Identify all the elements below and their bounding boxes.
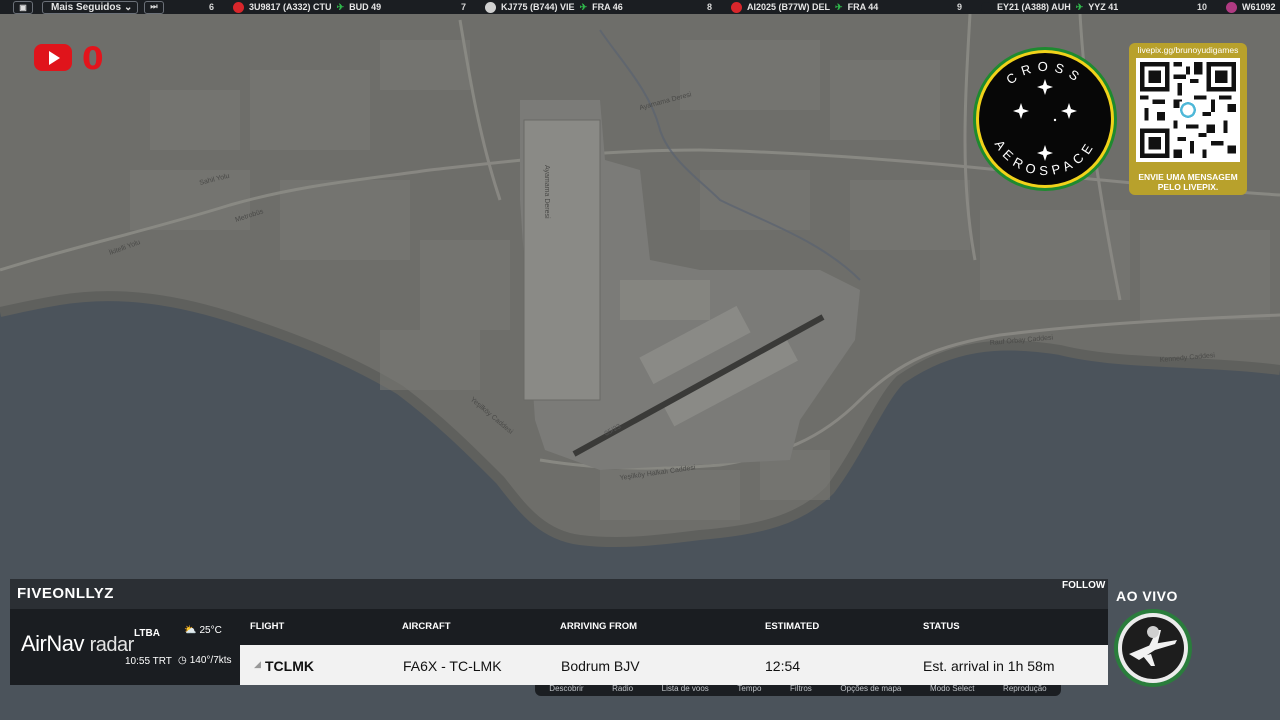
ticker-flight-item[interactable]: 9 EY21 (A388) AUH ✈ YYZ 41: [957, 1, 1119, 13]
caption-line: ENVIE UMA MENSAGEM: [1138, 172, 1238, 182]
qr-code-icon[interactable]: [1136, 58, 1240, 162]
ticker-flight-text: AI2025 (B77W) DEL: [747, 2, 831, 12]
ticker-flight-item[interactable]: 7 KJ775 (B744) VIE ✈ FRA 46: [461, 1, 623, 13]
plane-icon: ✈: [835, 1, 843, 12]
map-control-button[interactable]: Tempo: [737, 684, 761, 693]
flight-panel: AirNav radar LTBA 10:55 TRT ⛅ 25°C ◷ 140…: [10, 609, 1108, 685]
ticker-destination: BUD 49: [349, 2, 382, 12]
ticker-rank: 8: [707, 2, 713, 12]
map-control-button[interactable]: Reprodução: [1003, 684, 1047, 693]
map-control-button[interactable]: Lista de voos: [662, 684, 709, 693]
livepix-url: livepix.gg/brunoyudigames: [1137, 45, 1239, 55]
cell-flight: TCLMK: [265, 658, 314, 674]
map-control-button[interactable]: Modo Select: [930, 684, 974, 693]
ticker-flight-text: 3U9817 (A332) CTU: [249, 2, 332, 12]
following-dropdown[interactable]: Mais Seguidos ⌄: [42, 0, 138, 14]
ticker-destination: FRA 44: [847, 2, 879, 12]
ticker-rank: 10: [1197, 2, 1208, 12]
skip-forward-icon[interactable]: ⏭: [144, 0, 164, 14]
channel-badge: [1114, 609, 1192, 687]
cross-aerospace-logo: CROSS AEROSPACE: [973, 47, 1117, 191]
airnav-radar-logo: AirNav radar: [21, 631, 134, 657]
plane-icon: ✈: [579, 1, 588, 12]
airport-local-time: 10:55 TRT: [125, 656, 172, 667]
brand-suffix: radar: [89, 634, 135, 656]
cell-status: Est. arrival in 1h 58m: [923, 658, 1055, 674]
window-icon[interactable]: ▣: [13, 0, 33, 14]
livepix-caption: ENVIE UMA MENSAGEM PELO LIVEPIX.: [1129, 172, 1247, 192]
header-status: STATUS: [923, 621, 960, 632]
ticker-flight-item[interactable]: 10 W61092: [1197, 1, 1280, 13]
airline-logo-icon: [981, 1, 993, 13]
ticker-flight-item[interactable]: 8 AI2025 (B77W) DEL ✈ FRA 44: [707, 1, 879, 13]
plane-icon: ✈: [1075, 1, 1084, 12]
flight-panel-header: FIVEONLLYZ: [10, 579, 1108, 609]
brand-name: AirNav: [21, 631, 85, 656]
ticker-flight-item[interactable]: 6 3U9817 (A332) CTU ✈ BUD 49: [209, 1, 382, 13]
flight-callsign: FIVEONLLYZ: [17, 585, 114, 602]
follow-button[interactable]: FOLLOW: [1062, 580, 1105, 591]
top-ticker-bar: ▣ Mais Seguidos ⌄ ⏭ 6 3U9817 (A332) CTU ✈ B…: [0, 0, 1280, 14]
flight-ticker: 6 3U9817 (A332) CTU ✈ BUD 49 7 KJ775 (B744) V…: [164, 0, 1280, 14]
cell-arriving-from: Bodrum BJV: [561, 658, 640, 674]
weather-temperature: ⛅ 25°C: [184, 625, 222, 636]
ticker-flight-text: EY21 (A388) AUH: [997, 2, 1071, 12]
header-arriving-from: ARRIVING FROM: [560, 621, 638, 632]
weather-wind: ◷ 140°/7kts: [178, 655, 232, 666]
ticker-rank: 6: [209, 2, 215, 12]
runway-north-south: [523, 119, 601, 401]
map-control-button[interactable]: Descobrir: [549, 684, 583, 693]
map-label-stream: Ayamama Deresi: [543, 165, 550, 219]
map-control-button[interactable]: Radio: [612, 684, 633, 693]
header-flight: FLIGHT: [250, 621, 285, 632]
ticker-destination: FRA 46: [592, 2, 623, 12]
map-control-button[interactable]: Opções de mapa: [840, 684, 901, 693]
cloud-sun-icon: ⛅: [184, 625, 197, 636]
youtube-icon: [34, 44, 72, 71]
cell-aircraft: FA6X - TC-LMK: [403, 658, 502, 674]
ticker-flight-text: KJ775 (B744) VIE: [501, 2, 575, 12]
ticker-destination: YYZ 41: [1088, 2, 1119, 12]
cell-estimated: 12:54: [765, 658, 801, 674]
wind-value: 140°/7kts: [189, 655, 232, 666]
dropdown-label: Mais Seguidos: [51, 1, 122, 13]
header-estimated: ESTIMATED: [765, 621, 820, 632]
plane-icon: ✈: [336, 1, 345, 12]
plane-icon: ◢: [254, 659, 261, 669]
chevron-down-icon: ⌄: [124, 1, 133, 13]
livepix-qr-panel: livepix.gg/brunoyudigames ENVIE UMA MENS…: [1129, 43, 1247, 195]
airport-code: LTBA: [134, 628, 160, 639]
wind-icon: ◷: [178, 655, 187, 666]
ticker-flight-text: W61092: [1242, 2, 1276, 12]
caption-line: PELO LIVEPIX.: [1157, 182, 1219, 192]
youtube-viewer-count: 0: [82, 41, 104, 77]
airline-logo-icon: [233, 1, 245, 13]
ticker-rank: 9: [957, 2, 963, 12]
temperature-value: 25°C: [199, 625, 222, 636]
live-label: AO VIVO: [1116, 588, 1178, 604]
airline-logo-icon: [485, 1, 497, 13]
airline-logo-icon: [731, 1, 743, 13]
ticker-rank: 7: [461, 2, 467, 12]
header-aircraft: AIRCRAFT: [402, 621, 451, 632]
airline-logo-icon: [1226, 1, 1238, 13]
map-control-button[interactable]: Filtros: [790, 684, 812, 693]
